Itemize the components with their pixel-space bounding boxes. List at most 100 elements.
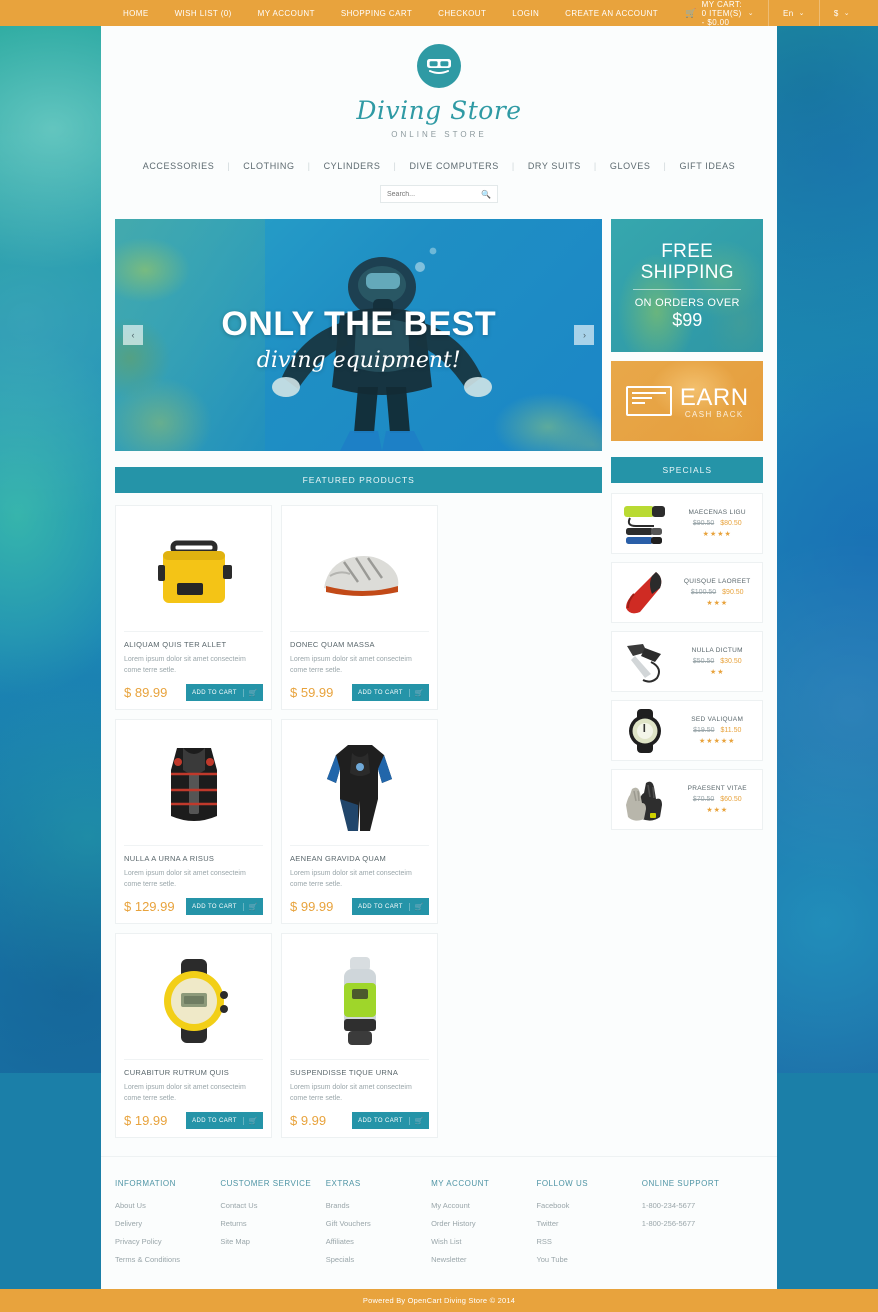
footer-link-terms[interactable]: Terms & Conditions xyxy=(115,1255,220,1264)
footer-link-contact-us[interactable]: Contact Us xyxy=(220,1201,325,1210)
cash-back-banner[interactable]: EARN CASH BACK xyxy=(611,361,763,441)
site-logo-subtitle: ONLINE STORE xyxy=(391,130,487,139)
product-footer: $ 19.99 ADD TO CART 🛒 xyxy=(124,1112,263,1129)
footer-link-delivery[interactable]: Delivery xyxy=(115,1219,220,1228)
product-name[interactable]: DONEC QUAM MASSA xyxy=(290,640,429,649)
special-item[interactable]: SED VALIQUAM $19.50 $11.50 ★★★★★ xyxy=(611,700,763,761)
product-image xyxy=(124,942,263,1060)
logo-icon-circle[interactable] xyxy=(417,44,461,88)
site-logo-text[interactable]: Diving Store xyxy=(101,96,777,125)
special-item[interactable]: NULLA DICTUM $50.50 $30.50 ★★ xyxy=(611,631,763,692)
footer-link-wish-list[interactable]: Wish List xyxy=(431,1237,536,1246)
add-to-cart-button[interactable]: ADD TO CART 🛒 xyxy=(352,684,429,701)
footer-link-site-map[interactable]: Site Map xyxy=(220,1237,325,1246)
hero-next-button[interactable]: › xyxy=(574,325,595,345)
search-input[interactable] xyxy=(387,190,482,198)
top-link-create-account[interactable]: CREATE AN ACCOUNT xyxy=(552,9,671,18)
cart-dropdown[interactable]: 🛒 MY CART: 0 ITEM(S) - $0.00 ⌄ xyxy=(671,0,768,27)
add-to-cart-button[interactable]: ADD TO CART 🛒 xyxy=(186,898,263,915)
top-link-home[interactable]: HOME xyxy=(110,9,162,18)
search-row: 🔍 xyxy=(101,185,777,203)
footer-link-facebook[interactable]: Facebook xyxy=(536,1201,641,1210)
nav-item-clothing[interactable]: CLOTHING xyxy=(230,161,307,171)
add-to-cart-button[interactable]: ADD TO CART 🛒 xyxy=(186,684,263,701)
footer-column-information: INFORMATION About Us Delivery Privacy Po… xyxy=(115,1179,220,1273)
footer-link-about-us[interactable]: About Us xyxy=(115,1201,220,1210)
product-card[interactable]: NULLA A URNA A RISUS Lorem ipsum dolor s… xyxy=(115,719,272,924)
nav-item-gift-ideas[interactable]: GIFT IDEAS xyxy=(666,161,748,171)
footer-link-privacy-policy[interactable]: Privacy Policy xyxy=(115,1237,220,1246)
product-price: $ 89.99 xyxy=(124,685,168,700)
currency-label: $ xyxy=(833,8,839,18)
hero-prev-button[interactable]: ‹ xyxy=(123,325,143,345)
footer-link-gift-vouchers[interactable]: Gift Vouchers xyxy=(326,1219,431,1228)
product-name[interactable]: AENEAN GRAVIDA QUAM xyxy=(290,854,429,863)
footer-link-newsletter[interactable]: Newsletter xyxy=(431,1255,536,1264)
footer-link-brands[interactable]: Brands xyxy=(326,1201,431,1210)
footer-link-rss[interactable]: RSS xyxy=(536,1237,641,1246)
special-info: MAECENAS LIGU $90.50 $80.50 ★★★★ xyxy=(678,509,756,538)
product-image xyxy=(124,514,263,632)
language-label: En xyxy=(783,8,794,18)
product-name[interactable]: NULLA A URNA A RISUS xyxy=(124,854,263,863)
product-price: $ 129.99 xyxy=(124,899,175,914)
chevron-right-icon: › xyxy=(582,330,586,340)
product-card[interactable]: AENEAN GRAVIDA QUAM Lorem ipsum dolor si… xyxy=(281,719,438,924)
footer-link-youtube[interactable]: You Tube xyxy=(536,1255,641,1264)
top-link-checkout[interactable]: CHECKOUT xyxy=(425,9,499,18)
top-bar: HOME WISH LIST (0) MY ACCOUNT SHOPPING C… xyxy=(0,0,878,27)
cash-back-subtitle: CASH BACK xyxy=(684,409,744,419)
search-icon[interactable]: 🔍 xyxy=(481,190,491,199)
add-to-cart-button[interactable]: ADD TO CART 🛒 xyxy=(186,1112,263,1129)
top-link-wish-list[interactable]: WISH LIST (0) xyxy=(162,9,245,18)
currency-selector[interactable]: $ ⌄ xyxy=(818,0,864,26)
footer-link-order-history[interactable]: Order History xyxy=(431,1219,536,1228)
footer-column-my-account: MY ACCOUNT My Account Order History Wish… xyxy=(431,1179,536,1273)
product-card[interactable]: CURABITUR RUTRUM QUIS Lorem ipsum dolor … xyxy=(115,933,272,1138)
site-header: Diving Store ONLINE STORE xyxy=(101,26,777,147)
search-box[interactable]: 🔍 xyxy=(380,185,498,203)
hero-slider[interactable]: ONLY THE BEST diving equipment! ‹ › xyxy=(115,219,603,451)
special-name[interactable]: QUISQUE LAOREET xyxy=(678,578,756,585)
footer-link-returns[interactable]: Returns xyxy=(220,1219,325,1228)
featured-products-heading: FEATURED PRODUCTS xyxy=(115,467,603,493)
footer-link-my-account[interactable]: My Account xyxy=(431,1201,536,1210)
footer-link-specials[interactable]: Specials xyxy=(326,1255,431,1264)
special-name[interactable]: PRAESENT VITAE xyxy=(678,785,756,792)
product-image xyxy=(290,728,429,846)
product-description: Lorem ipsum dolor sit amet consecteim co… xyxy=(124,870,246,888)
nav-item-accessories[interactable]: ACCESSORIES xyxy=(130,161,228,171)
special-item[interactable]: MAECENAS LIGU $90.50 $80.50 ★★★★ xyxy=(611,493,763,554)
nav-item-cylinders[interactable]: CYLINDERS xyxy=(311,161,394,171)
product-card[interactable]: DONEC QUAM MASSA Lorem ipsum dolor sit a… xyxy=(281,505,438,710)
footer-link-twitter[interactable]: Twitter xyxy=(536,1219,641,1228)
fin-red-icon xyxy=(626,571,662,613)
special-prices: $19.50 $11.50 xyxy=(678,727,756,734)
footer-column-extras: EXTRAS Brands Gift Vouchers Affiliates S… xyxy=(326,1179,431,1273)
special-info: QUISQUE LAOREET $100.50 $90.50 ★★★ xyxy=(678,578,756,607)
add-to-cart-button[interactable]: ADD TO CART 🛒 xyxy=(352,898,429,915)
special-new-price: $30.50 xyxy=(720,658,742,665)
special-name[interactable]: SED VALIQUAM xyxy=(678,716,756,723)
special-name[interactable]: MAECENAS LIGU xyxy=(678,509,756,516)
free-shipping-banner[interactable]: FREE SHIPPING ON ORDERS OVER $99 xyxy=(611,219,763,352)
product-price: $ 59.99 xyxy=(290,685,334,700)
product-card[interactable]: SUSPENDISSE TIQUE URNA Lorem ipsum dolor… xyxy=(281,933,438,1138)
product-card[interactable]: ALIQUAM QUIS TER ALLET Lorem ipsum dolor… xyxy=(115,505,272,710)
cart-icon: 🛒 xyxy=(408,902,429,911)
top-link-login[interactable]: LOGIN xyxy=(499,9,552,18)
special-item[interactable]: QUISQUE LAOREET $100.50 $90.50 ★★★ xyxy=(611,562,763,623)
add-to-cart-button[interactable]: ADD TO CART 🛒 xyxy=(352,1112,429,1129)
nav-item-gloves[interactable]: GLOVES xyxy=(597,161,664,171)
top-link-shopping-cart[interactable]: SHOPPING CART xyxy=(328,9,425,18)
cart-icon: 🛒 xyxy=(242,902,263,911)
language-selector[interactable]: En ⌄ xyxy=(768,0,819,26)
nav-item-dive-computers[interactable]: DIVE COMPUTERS xyxy=(396,161,511,171)
footer-link-affiliates[interactable]: Affiliates xyxy=(326,1237,431,1246)
nav-item-dry-suits[interactable]: DRY SUITS xyxy=(515,161,594,171)
special-item[interactable]: PRAESENT VITAE $70.50 $60.50 ★★★ xyxy=(611,769,763,830)
top-link-my-account[interactable]: MY ACCOUNT xyxy=(245,9,328,18)
special-name[interactable]: NULLA DICTUM xyxy=(678,647,756,654)
product-name[interactable]: ALIQUAM QUIS TER ALLET xyxy=(124,640,263,649)
content-area: ONLY THE BEST diving equipment! ‹ › FEAT… xyxy=(101,219,777,1138)
